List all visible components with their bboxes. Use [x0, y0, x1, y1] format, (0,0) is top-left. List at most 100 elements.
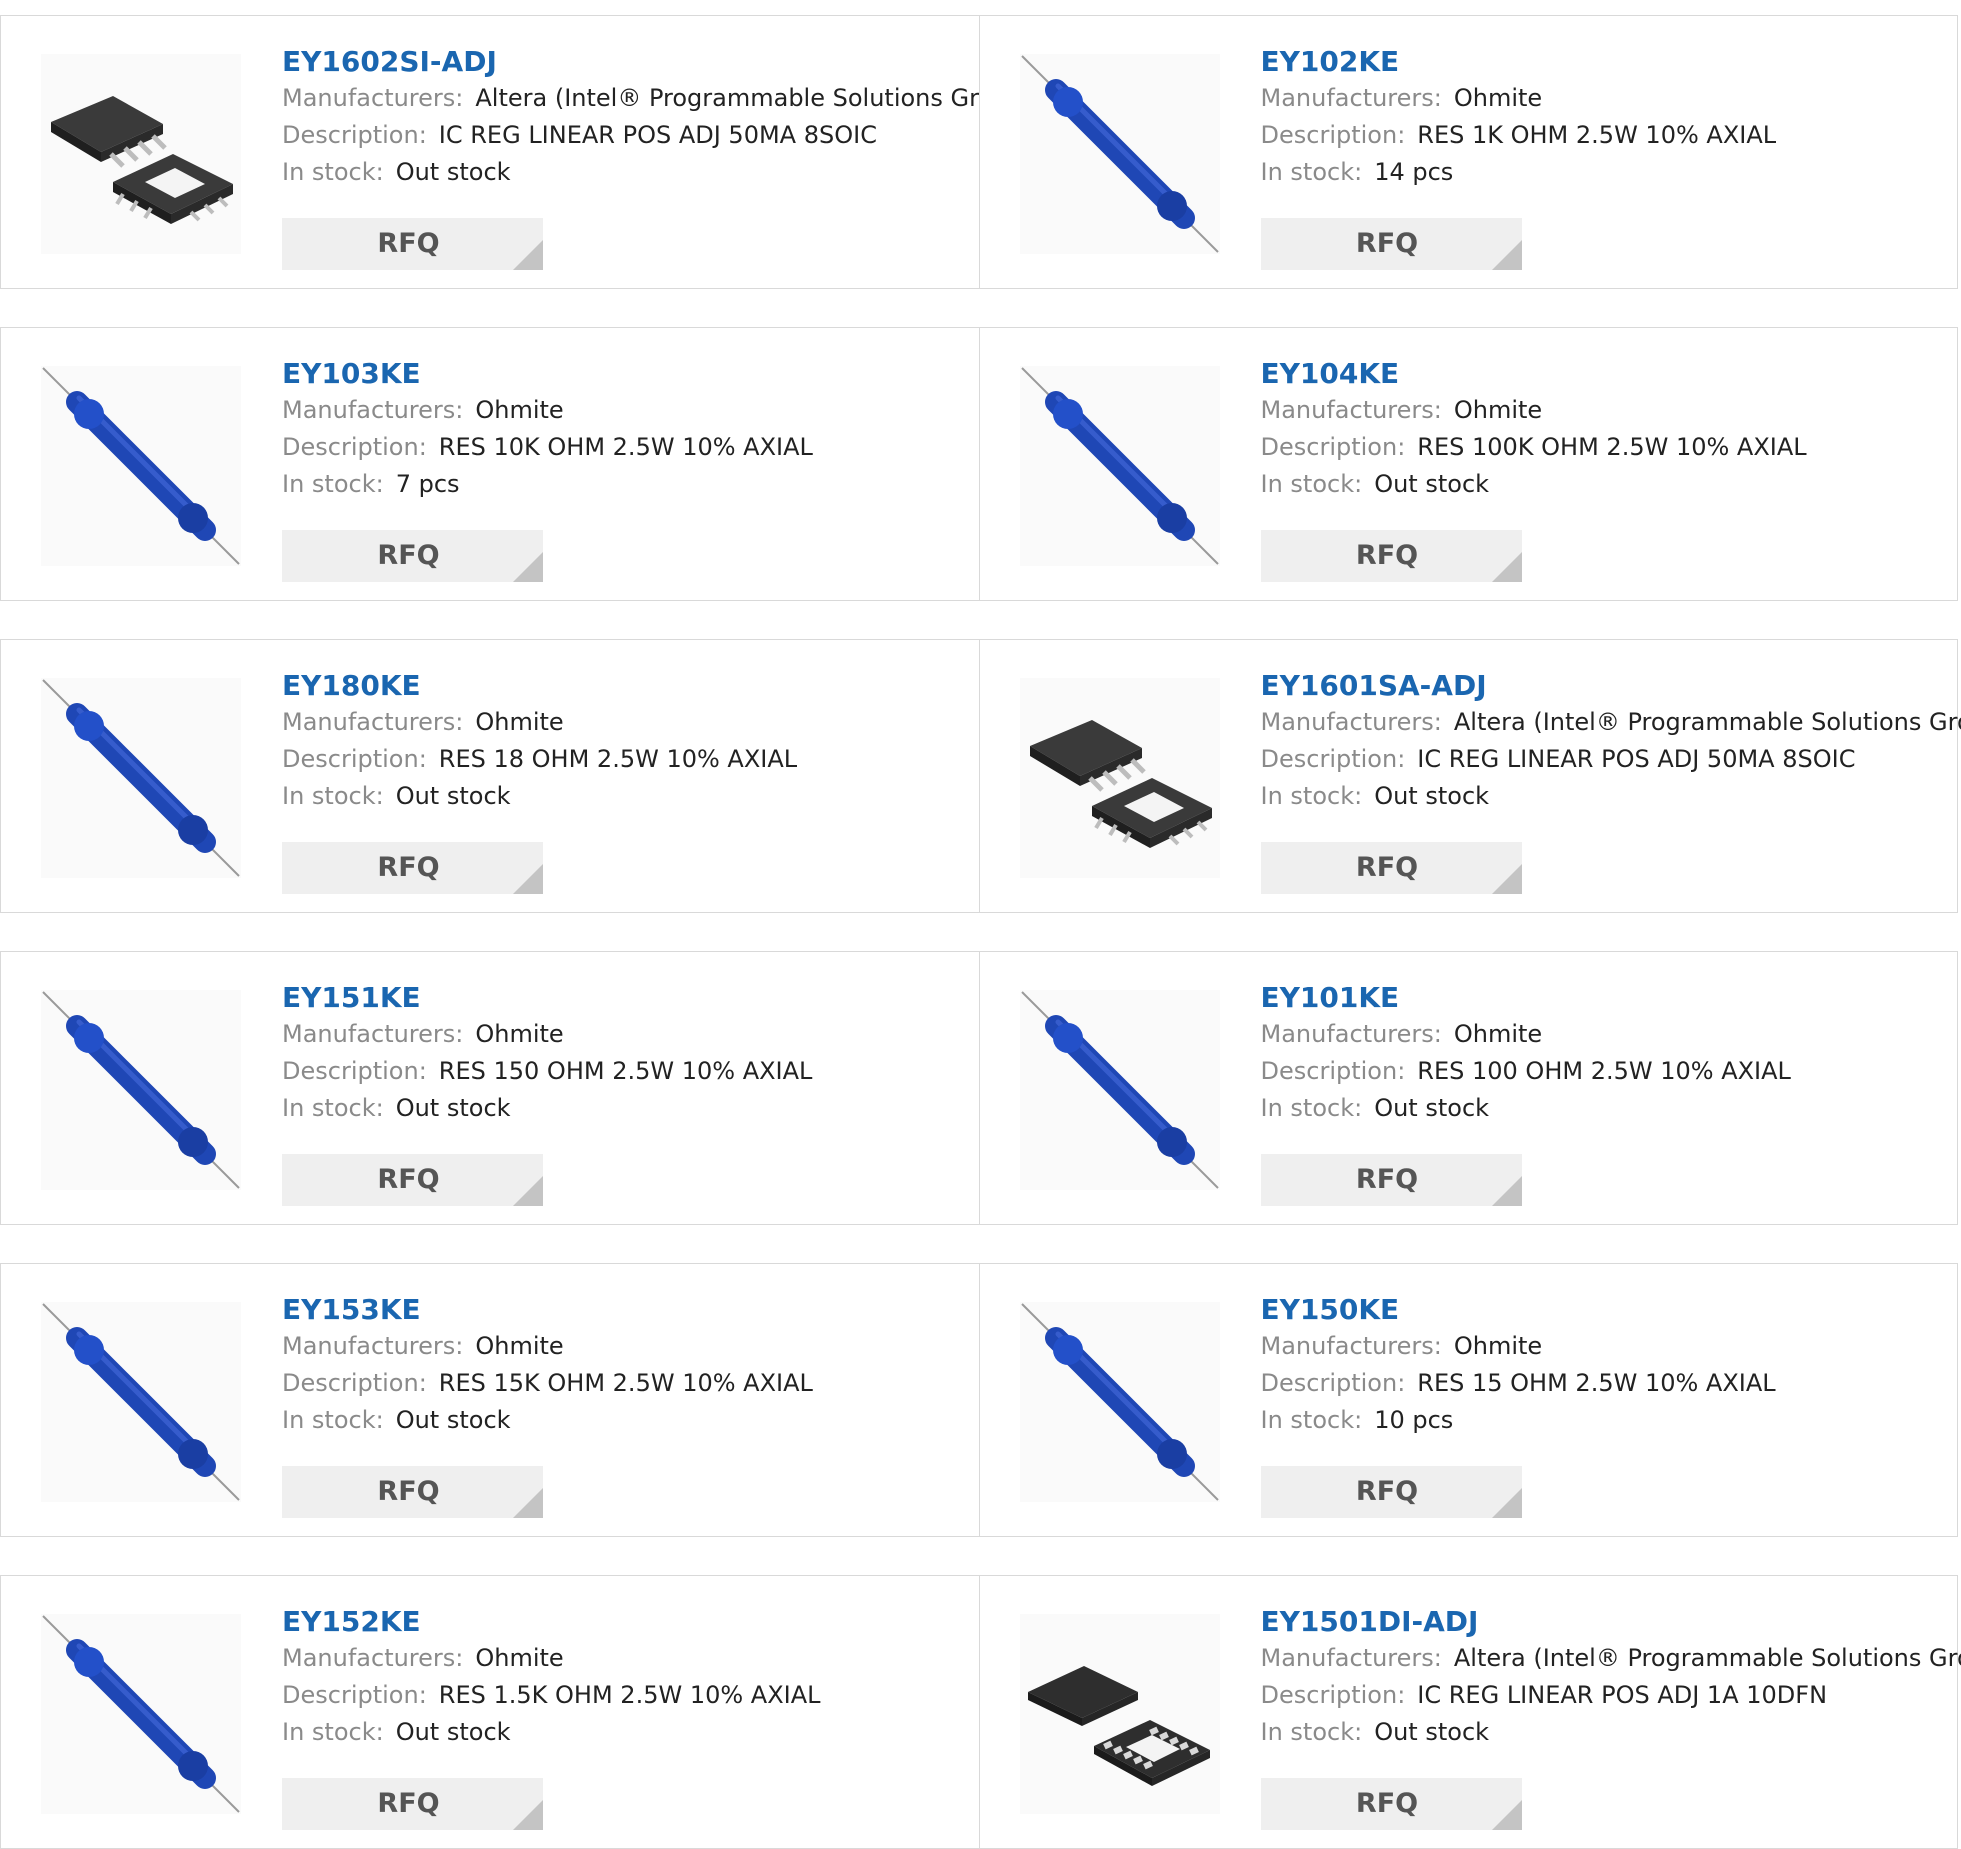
stock-label: In stock:	[282, 1406, 384, 1434]
rfq-button[interactable]: RFQ	[1260, 842, 1522, 894]
rfq-button[interactable]: RFQ	[282, 1154, 543, 1206]
product-card: EY1601SA-ADJ Manufacturers: Altera (Intel…	[978, 639, 1961, 913]
product-part-number-link[interactable]: EY1601SA-ADJ	[1261, 668, 1487, 704]
chip-8soic-icon	[1029, 720, 1212, 848]
product-list: EY1602SI-ADJ Manufacturers: Altera (Intel…	[0, 0, 1961, 1849]
rfq-corner-triangle-icon	[513, 240, 543, 270]
rfq-button-label: RFQ	[377, 1164, 440, 1195]
rfq-corner-triangle-icon	[1491, 1488, 1522, 1518]
resistor-icon	[1020, 1303, 1219, 1501]
rfq-corner-triangle-icon	[513, 1176, 543, 1206]
manufacturer-label: Manufacturers:	[282, 1644, 464, 1672]
stock-value: Out stock	[395, 158, 511, 186]
product-info: EY150KE Manufacturers: Ohmite Description…	[1261, 1292, 1948, 1439]
description-line: Description: RES 1.5K OHM 2.5W 10% AXIAL	[282, 1677, 969, 1714]
stock-value: 10 pcs	[1374, 1406, 1454, 1434]
product-card: EY180KE Manufacturers: Ohmite Description…	[0, 639, 979, 913]
rfq-corner-triangle-icon	[1491, 552, 1522, 582]
resistor-icon	[1020, 55, 1219, 253]
product-card: EY150KE Manufacturers: Ohmite Description…	[978, 1263, 1958, 1537]
resistor-icon	[42, 679, 240, 877]
product-part-number-link[interactable]: EY104KE	[1261, 356, 1400, 392]
product-image[interactable]	[41, 1302, 241, 1502]
product-image[interactable]	[41, 990, 241, 1190]
description-line: Description: RES 18 OHM 2.5W 10% AXIAL	[282, 741, 969, 778]
product-part-number-link[interactable]: EY102KE	[1261, 44, 1400, 80]
product-image[interactable]	[41, 678, 241, 878]
description-line: Description: RES 1K OHM 2.5W 10% AXIAL	[1261, 117, 1948, 154]
stock-label: In stock:	[282, 1718, 384, 1746]
rfq-button[interactable]: RFQ	[282, 1778, 543, 1830]
stock-value: Out stock	[395, 1406, 511, 1434]
product-info: EY1501DI-ADJ Manufacturers: Altera (Intel…	[1260, 1604, 1961, 1751]
stock-label: In stock:	[1260, 1406, 1363, 1434]
resistor-icon	[42, 1615, 240, 1813]
product-info: EY104KE Manufacturers: Ohmite Description…	[1261, 356, 1948, 503]
product-info: EY153KE Manufacturers: Ohmite Description…	[282, 1292, 969, 1439]
product-card: EY104KE Manufacturers: Ohmite Description…	[978, 327, 1958, 601]
manufacturer-label: Manufacturers:	[282, 1020, 464, 1048]
description-value: RES 10K OHM 2.5W 10% AXIAL	[438, 433, 813, 461]
rfq-button[interactable]: RFQ	[282, 1466, 543, 1518]
resistor-icon	[42, 991, 240, 1189]
resistor-icon	[42, 367, 240, 565]
product-part-number-link[interactable]: EY180KE	[282, 668, 421, 704]
product-part-number-link[interactable]: EY150KE	[1261, 1292, 1400, 1328]
product-image[interactable]	[1019, 366, 1220, 566]
description-value: RES 15K OHM 2.5W 10% AXIAL	[438, 1369, 813, 1397]
product-info: EY1601SA-ADJ Manufacturers: Altera (Intel…	[1260, 668, 1961, 815]
description-value: RES 150 OHM 2.5W 10% AXIAL	[438, 1057, 813, 1085]
description-line: Description: RES 100K OHM 2.5W 10% AXIAL	[1261, 429, 1948, 466]
product-row: EY152KE Manufacturers: Ohmite Description…	[0, 1575, 1961, 1849]
description-label: Description:	[1260, 745, 1406, 773]
description-label: Description:	[282, 1369, 427, 1397]
product-part-number-link[interactable]: EY152KE	[282, 1604, 421, 1640]
rfq-button[interactable]: RFQ	[1260, 1154, 1522, 1206]
rfq-button[interactable]: RFQ	[282, 218, 543, 270]
product-image[interactable]	[41, 54, 241, 254]
product-image[interactable]	[41, 1614, 241, 1814]
product-part-number-link[interactable]: EY151KE	[282, 980, 421, 1016]
manufacturer-line: Manufacturers: Ohmite	[282, 704, 969, 741]
description-value: RES 1K OHM 2.5W 10% AXIAL	[1417, 121, 1777, 149]
product-part-number-link[interactable]: EY101KE	[1261, 980, 1400, 1016]
product-image[interactable]	[1019, 54, 1220, 254]
manufacturer-value: Ohmite	[1453, 396, 1543, 424]
product-image[interactable]	[1019, 1614, 1220, 1814]
manufacturer-line: Manufacturers: Ohmite	[282, 1016, 969, 1053]
product-info: EY151KE Manufacturers: Ohmite Description…	[282, 980, 969, 1127]
stock-label: In stock:	[282, 1094, 384, 1122]
rfq-button-label: RFQ	[377, 852, 440, 883]
product-image[interactable]	[1019, 990, 1220, 1190]
product-part-number-link[interactable]: EY103KE	[282, 356, 421, 392]
manufacturer-value: Ohmite	[475, 1644, 564, 1672]
product-image[interactable]	[41, 366, 241, 566]
product-part-number-link[interactable]: EY1501DI-ADJ	[1261, 1604, 1479, 1640]
rfq-button[interactable]: RFQ	[1260, 1778, 1522, 1830]
product-image[interactable]	[1019, 678, 1220, 878]
description-label: Description:	[282, 433, 427, 461]
product-image[interactable]	[1019, 1302, 1220, 1502]
rfq-button[interactable]: RFQ	[282, 842, 543, 894]
stock-line: In stock: Out stock	[1261, 1090, 1948, 1127]
product-part-number-link[interactable]: EY1602SI-ADJ	[282, 44, 497, 80]
manufacturer-line: Manufacturers: Ohmite	[282, 1640, 969, 1677]
rfq-button[interactable]: RFQ	[1260, 530, 1522, 582]
stock-line: In stock: 10 pcs	[1261, 1402, 1948, 1439]
description-line: Description: RES 15 OHM 2.5W 10% AXIAL	[1261, 1365, 1948, 1402]
rfq-corner-triangle-icon	[513, 1800, 543, 1830]
description-label: Description:	[282, 745, 427, 773]
manufacturer-value: Altera (Intel® Programmable Solutions Gr…	[1453, 1644, 1961, 1672]
manufacturer-label: Manufacturers:	[282, 708, 464, 736]
rfq-button[interactable]: RFQ	[1260, 218, 1522, 270]
rfq-corner-triangle-icon	[513, 1488, 543, 1518]
rfq-button[interactable]: RFQ	[282, 530, 543, 582]
rfq-button[interactable]: RFQ	[1260, 1466, 1522, 1518]
stock-line: In stock: Out stock	[1261, 466, 1948, 503]
rfq-button-label: RFQ	[1355, 852, 1419, 883]
stock-line: In stock: 7 pcs	[282, 466, 969, 503]
manufacturer-line: Manufacturers: Ohmite	[282, 392, 969, 429]
description-line: Description: IC REG LINEAR POS ADJ 50MA 8…	[282, 117, 969, 154]
product-part-number-link[interactable]: EY153KE	[282, 1292, 421, 1328]
description-label: Description:	[1260, 1681, 1406, 1709]
